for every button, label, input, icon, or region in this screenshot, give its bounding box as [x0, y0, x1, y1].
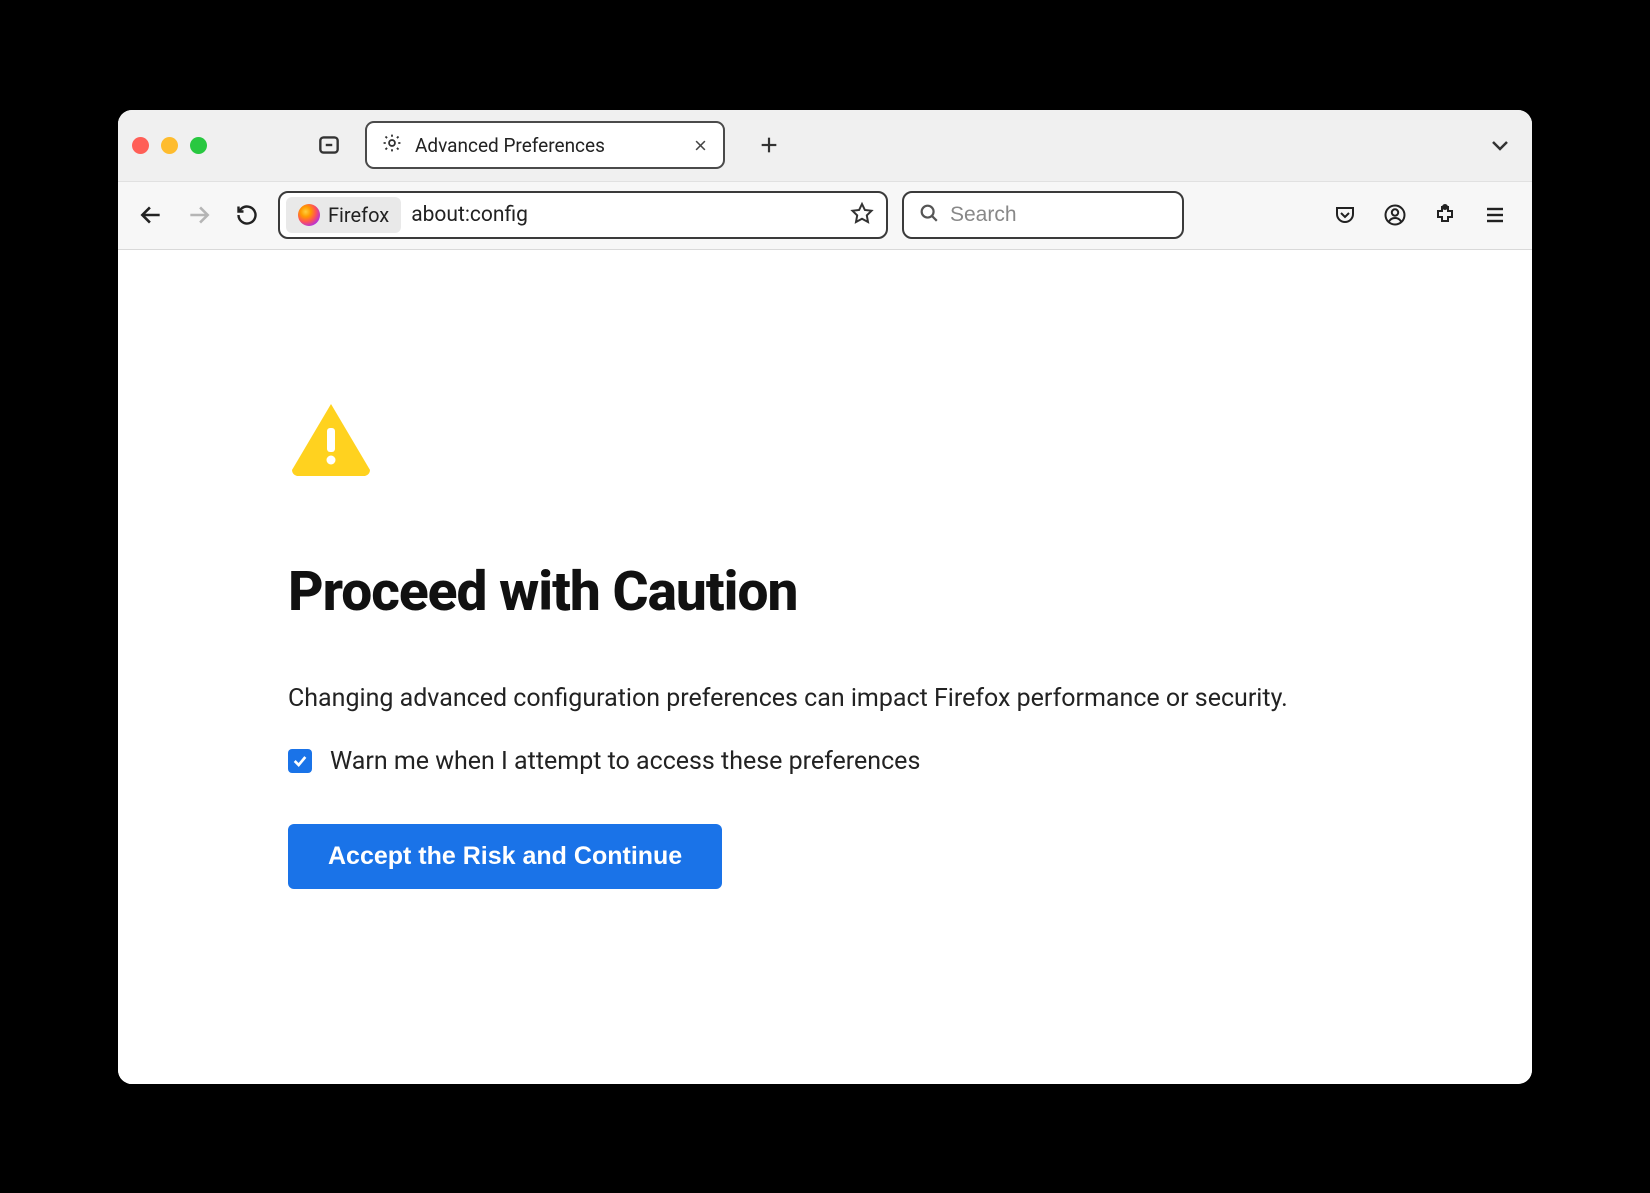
- list-all-tabs-button[interactable]: [1482, 127, 1518, 163]
- warning-triangle-icon: [288, 400, 1532, 480]
- navigation-toolbar: Firefox about:config: [118, 182, 1532, 250]
- browser-window: Advanced Preferences Firefox: [118, 110, 1532, 1084]
- close-window-button[interactable]: [132, 137, 149, 154]
- new-tab-button[interactable]: [751, 127, 787, 163]
- hamburger-menu-icon[interactable]: [1480, 200, 1510, 230]
- minimize-window-button[interactable]: [161, 137, 178, 154]
- bookmark-star-icon[interactable]: [850, 201, 874, 229]
- gear-icon: [381, 132, 403, 158]
- close-tab-button[interactable]: [691, 136, 709, 154]
- browser-tab[interactable]: Advanced Preferences: [365, 121, 725, 169]
- pocket-icon[interactable]: [1330, 200, 1360, 230]
- warn-checkbox[interactable]: [288, 749, 312, 773]
- tab-strip: Advanced Preferences: [118, 110, 1532, 182]
- page-content: Proceed with Caution Changing advanced c…: [118, 250, 1532, 1084]
- toolbar-right: [1330, 200, 1516, 230]
- identity-box[interactable]: Firefox: [286, 197, 401, 233]
- forward-button[interactable]: [182, 198, 216, 232]
- window-controls: [132, 137, 207, 154]
- warn-checkbox-row: Warn me when I attempt to access these p…: [288, 747, 1532, 776]
- overflow-panel-icon[interactable]: [311, 127, 347, 163]
- warn-checkbox-label: Warn me when I attempt to access these p…: [330, 747, 920, 776]
- maximize-window-button[interactable]: [190, 137, 207, 154]
- firefox-logo-icon: [298, 204, 320, 226]
- url-text: about:config: [411, 203, 840, 227]
- search-bar[interactable]: [902, 191, 1184, 239]
- page-heading: Proceed with Caution: [288, 560, 1532, 624]
- account-icon[interactable]: [1380, 200, 1410, 230]
- search-input[interactable]: [950, 203, 1168, 227]
- accept-risk-button[interactable]: Accept the Risk and Continue: [288, 824, 722, 889]
- tab-title: Advanced Preferences: [415, 134, 679, 157]
- back-button[interactable]: [134, 198, 168, 232]
- extensions-icon[interactable]: [1430, 200, 1460, 230]
- url-bar[interactable]: Firefox about:config: [278, 191, 888, 239]
- reload-button[interactable]: [230, 198, 264, 232]
- search-icon: [918, 202, 940, 228]
- identity-label: Firefox: [328, 203, 389, 227]
- page-body-text: Changing advanced configuration preferen…: [288, 684, 1388, 713]
